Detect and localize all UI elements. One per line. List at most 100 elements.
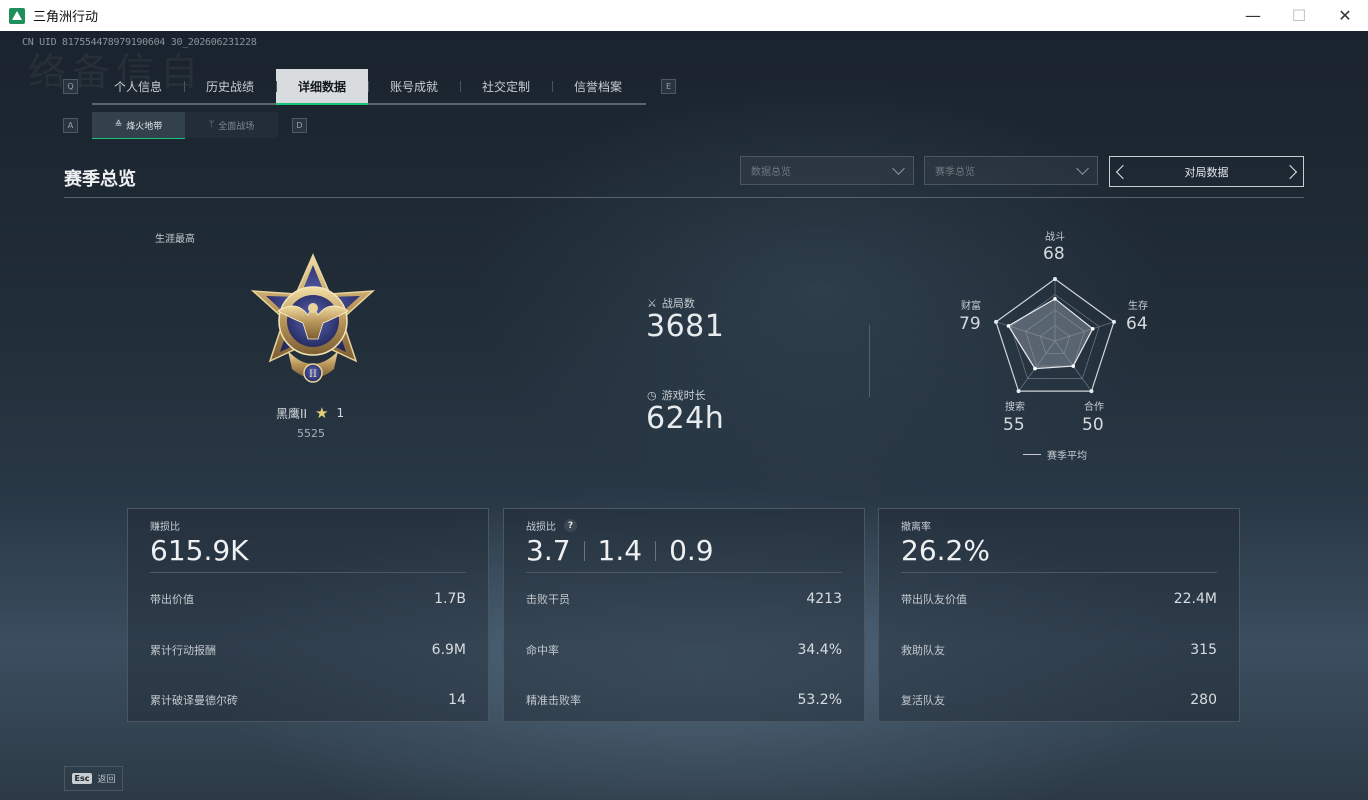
card-divider: [526, 572, 842, 573]
chevron-down-icon: [892, 161, 905, 175]
card-main-value: 615.9K: [150, 534, 249, 567]
chevron-right-icon[interactable]: [1282, 164, 1298, 179]
match-data-label[interactable]: 对局数据: [1185, 164, 1229, 180]
row-value: 4213: [806, 591, 842, 607]
value-separator: [583, 540, 585, 561]
radar-axis-tip: [1089, 389, 1094, 394]
card-title: 赚损比: [150, 522, 180, 533]
card-row: 带出队友价值 22.4M: [901, 591, 1217, 607]
subtab-prev-key-hint[interactable]: A: [63, 118, 78, 133]
row-label: 带出价值: [150, 593, 194, 606]
chevron-down-icon: [1076, 161, 1089, 175]
radar-axis-tip: [1053, 277, 1057, 281]
radar-label-survival: 生存: [1128, 301, 1148, 312]
card-row: 带出价值 1.7B: [150, 591, 466, 607]
kd-ratio-card: 战损比 ? 3.7 1.4 0.9 击败干员 4213 命中率 34.4% 精准击败…: [503, 508, 865, 722]
maximize-button[interactable]: ☐: [1276, 0, 1322, 31]
radar-chart: [994, 277, 1116, 394]
card-big-value: 615.9K: [150, 534, 249, 567]
card-title: 战损比: [526, 522, 556, 533]
radar-label-combat: 战斗: [1045, 232, 1065, 243]
operations-icon: ≙: [114, 120, 123, 130]
star-icon: ★: [315, 404, 329, 422]
section-title: 赛季总览: [64, 169, 136, 190]
card-title: 撤离率: [901, 522, 931, 533]
radar-axis-tip: [994, 319, 999, 324]
tab-achievements[interactable]: 账号成就: [368, 69, 460, 103]
subtab-warfare-label: 全面战场: [218, 121, 255, 132]
extraction-rate-card: 撤离率 26.2% 带出队友价值 22.4M 救助队友 315 复活队友 280: [878, 508, 1240, 722]
row-value: 1.7B: [434, 591, 466, 607]
subtab-next-key-hint[interactable]: D: [292, 118, 307, 133]
radar-legend-label: 赛季平均: [1047, 451, 1087, 462]
radar-value-combat: 68: [1043, 244, 1065, 264]
rank-name-label: 黑鹰II: [276, 406, 308, 421]
radar-label-wealth: 财富: [961, 301, 981, 312]
kd-value-3: 0.9: [669, 534, 714, 567]
back-label: 返回: [97, 775, 116, 785]
medal-roman-numeral: II: [309, 369, 317, 380]
card-row: 复活队友 280: [901, 692, 1217, 708]
chevron-left-icon[interactable]: [1115, 164, 1131, 179]
tab-history[interactable]: 历史战绩: [184, 69, 276, 103]
back-button[interactable]: Esc 返回: [64, 766, 123, 791]
tab-prev-key-hint[interactable]: Q: [63, 79, 78, 94]
radar-point: [1033, 366, 1037, 371]
season-overview-dropdown-label: 赛季总览: [935, 167, 975, 178]
radar-legend: 赛季平均: [1023, 447, 1087, 462]
radar-value-teamwork: 50: [1082, 415, 1104, 435]
card-divider: [901, 572, 1217, 573]
player-uid: CN UID 817554478979190604 30_20260623122…: [22, 37, 257, 48]
kd-value-2: 1.4: [597, 534, 643, 567]
close-button[interactable]: ✕: [1322, 0, 1368, 31]
rank-name: 黑鹰II ★ 1: [276, 404, 344, 422]
kd-value-1: 3.7: [526, 534, 571, 567]
radar-value-wealth: 79: [959, 314, 981, 334]
radar-point: [1006, 324, 1011, 328]
window-titlebar: 三角洲行动 — ☐ ✕: [0, 0, 1368, 31]
value-separator: [655, 540, 657, 561]
data-overview-dropdown[interactable]: 数据总览: [740, 156, 914, 185]
crossed-swords-icon: ⚔: [647, 296, 657, 310]
main-tabs: 个人信息 历史战绩 详细数据 账号成就 社交定制 信誉档案: [92, 69, 646, 105]
esc-key-hint: Esc: [71, 773, 93, 784]
card-head: 赚损比: [150, 518, 180, 533]
rank-medal-icon: II: [250, 253, 376, 383]
card-head: 战损比 ?: [526, 518, 577, 533]
minimize-button[interactable]: —: [1230, 0, 1276, 31]
row-label: 累计行动报酬: [150, 644, 216, 657]
row-label: 复活队友: [901, 694, 945, 707]
card-row: 命中率 34.4%: [526, 642, 842, 658]
card-main-value: 26.2%: [901, 534, 990, 567]
tab-reputation[interactable]: 信誉档案: [552, 69, 644, 103]
subtab-operations-label: 烽火地带: [126, 121, 163, 132]
app-logo-icon: [9, 7, 25, 24]
row-label: 带出队友价值: [901, 593, 967, 606]
row-label: 击败干员: [526, 593, 570, 606]
tab-detailed-data[interactable]: 详细数据: [276, 69, 368, 105]
tab-personal-info[interactable]: 个人信息: [92, 69, 184, 103]
row-value: 22.4M: [1173, 591, 1217, 607]
row-label: 累计破译曼德尔砖: [150, 694, 238, 707]
warfare-icon: ᛘ: [208, 120, 215, 130]
help-icon[interactable]: ?: [564, 519, 577, 532]
mode-subtabs: ≙ 烽火地带 ᛘ 全面战场: [92, 112, 278, 139]
window-title: 三角洲行动: [33, 9, 99, 24]
card-head: 撤离率: [901, 518, 931, 533]
subtab-warfare[interactable]: ᛘ 全面战场: [185, 112, 278, 138]
row-label: 精准击败率: [526, 694, 581, 707]
subtab-operations[interactable]: ≙ 烽火地带: [92, 112, 185, 139]
radar-axis-tip: [1111, 319, 1116, 324]
row-value: 53.2%: [797, 692, 842, 708]
row-value: 34.4%: [797, 642, 842, 658]
clock-icon: ◷: [647, 388, 657, 402]
stats-divider: [869, 325, 870, 397]
card-row: 击败干员 4213: [526, 591, 842, 607]
tab-social-custom[interactable]: 社交定制: [460, 69, 552, 103]
legend-line: [1023, 454, 1041, 455]
row-value: 315: [1190, 642, 1217, 658]
section-divider: [64, 197, 1304, 198]
row-value: 14: [448, 692, 466, 708]
tab-next-key-hint[interactable]: E: [661, 79, 676, 94]
season-overview-dropdown[interactable]: 赛季总览: [924, 156, 1098, 185]
